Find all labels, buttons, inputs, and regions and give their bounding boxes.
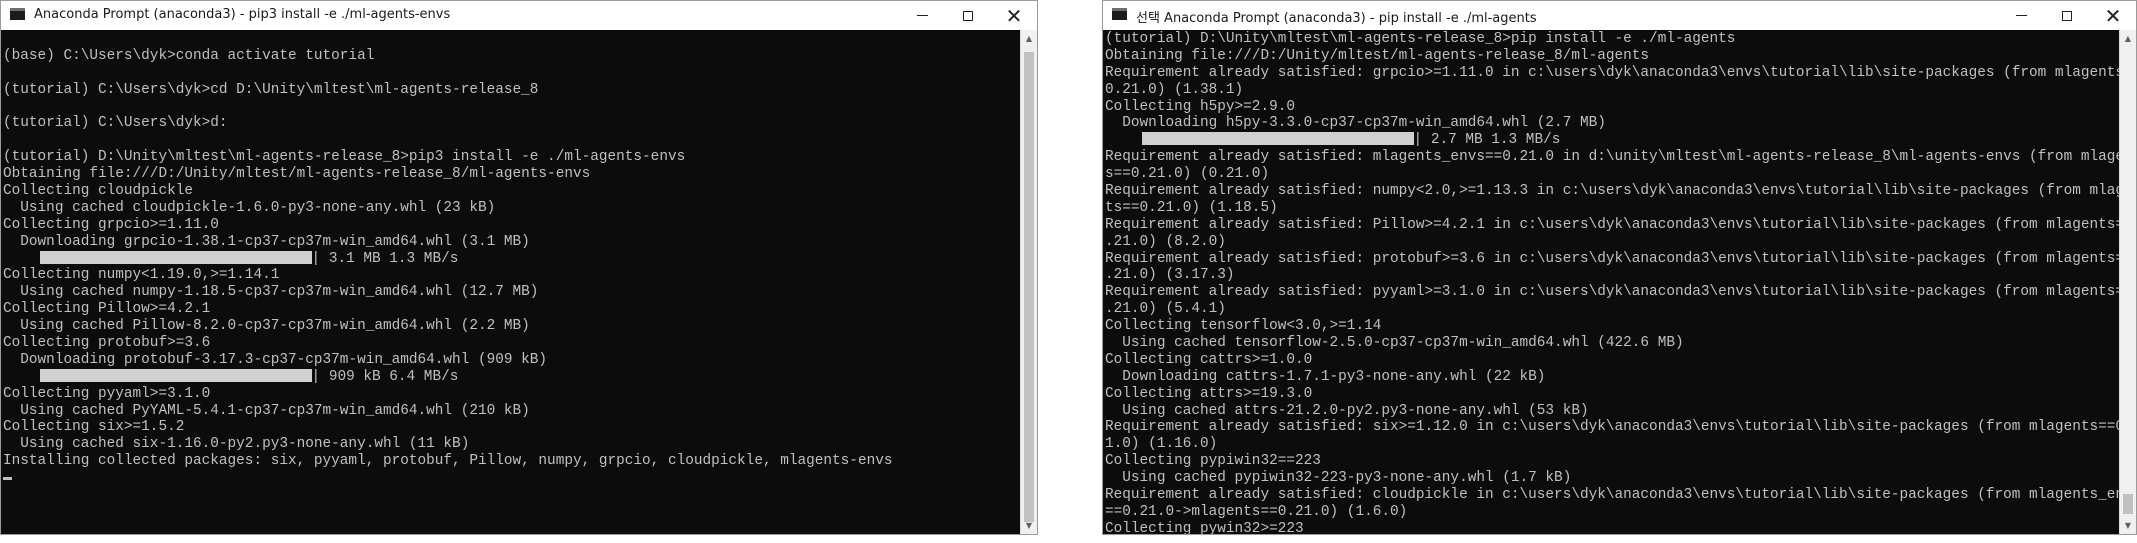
download-progress-bar — [39, 368, 312, 382]
console-line: Downloading cattrs-1.7.1-py3-none-any.wh… — [1105, 368, 1546, 385]
console-line: Requirement already satisfied: pyyaml>=3… — [1105, 284, 2119, 301]
maximize-icon — [963, 10, 973, 21]
console-line: Collecting protobuf>=3.6 — [3, 335, 211, 352]
console-line: ==0.21.0->mlagents==0.21.0) (1.6.0) — [1105, 503, 1408, 520]
console-line: Requirement already satisfied: Pillow>=4… — [1105, 216, 2119, 233]
console-line: Collecting Pillow>=4.2.1 — [3, 301, 211, 318]
console-line: Downloading protobuf-3.17.3-cp37-cp37m-w… — [3, 351, 548, 368]
console-line: (base) C:\Users\dyk>conda activate tutor… — [3, 47, 375, 64]
console-line: Requirement already satisfied: grpcio>=1… — [1105, 64, 2119, 81]
scrollbar-thumb[interactable] — [1024, 52, 1034, 522]
maximize-icon — [2062, 10, 2072, 21]
console-line: Requirement already satisfied: mlagents_… — [1105, 149, 2119, 166]
close-button[interactable]: ✕ — [2090, 1, 2136, 30]
console-line: (tutorial) C:\Users\dyk>d: — [3, 115, 228, 132]
scrollbar-thumb[interactable] — [2123, 494, 2133, 514]
console-line: Requirement already satisfied: numpy<2.0… — [1105, 183, 2119, 200]
download-progress-text: | 3.1 MB 1.3 MB/s — [311, 250, 459, 267]
maximize-button[interactable] — [945, 1, 991, 30]
close-icon: ✕ — [2104, 3, 2122, 28]
maximize-button[interactable] — [2044, 1, 2090, 30]
console-line: Collecting grpcio>=1.11.0 — [3, 216, 219, 233]
console-line: 1.0) (1.16.0) — [1105, 436, 1218, 453]
scroll-down-arrow-icon[interactable]: ▼ — [1021, 517, 1037, 534]
console-line: (tutorial) D:\Unity\mltest\ml-agents-rel… — [3, 149, 686, 166]
console-line: Collecting cloudpickle — [3, 183, 193, 200]
terminal-window-left[interactable]: Anaconda Prompt (anaconda3) - pip3 insta… — [0, 0, 1038, 535]
text-cursor — [3, 477, 12, 481]
window-title: Anaconda Prompt (anaconda3) - pip3 insta… — [34, 7, 451, 22]
title-bar[interactable]: Anaconda Prompt (anaconda3) - pip3 insta… — [1, 1, 1037, 30]
console-line: .21.0) (8.2.0) — [1105, 233, 1226, 250]
console-line: Using cached cloudpickle-1.6.0-py3-none-… — [3, 199, 496, 216]
download-progress-bar — [39, 250, 312, 264]
console-line: (tutorial) C:\Users\dyk>cd D:\Unity\mlte… — [3, 81, 539, 98]
console-cursor-line — [3, 470, 1020, 487]
console-line: Installing collected packages: six, pyya… — [3, 453, 893, 470]
console-line: Collecting pypiwin32==223 — [1105, 453, 1321, 470]
console-line: Using cached PyYAML-5.4.1-cp37-cp37m-win… — [3, 402, 530, 419]
console-line: Collecting pywin32>=223 — [1105, 520, 1304, 534]
close-button[interactable]: ✕ — [991, 1, 1037, 30]
console-icon — [1112, 8, 1127, 20]
console-line: Using cached pypiwin32-223-py3-none-any.… — [1105, 470, 1572, 487]
console-line: | 2.7 MB 1.3 MB/s — [1105, 132, 2119, 149]
minimize-icon — [2015, 15, 2027, 16]
console-line: | 909 kB 6.4 MB/s — [3, 368, 1020, 386]
console-output[interactable]: (base) C:\Users\dyk>conda activate tutor… — [3, 31, 1020, 534]
console-icon — [10, 8, 25, 20]
console-line: Downloading grpcio-1.38.1-cp37-cp37m-win… — [3, 233, 530, 250]
console-line: Using cached numpy-1.18.5-cp37-cp37m-win… — [3, 284, 539, 301]
console-line: Collecting six>=1.5.2 — [3, 419, 185, 436]
close-icon: ✕ — [1005, 3, 1023, 28]
console-line: | 3.1 MB 1.3 MB/s — [3, 250, 1020, 268]
console-line: Obtaining file:///D:/Unity/mltest/ml-age… — [1105, 47, 1650, 64]
download-progress-text: | 909 kB 6.4 MB/s — [311, 368, 459, 385]
console-line: s==0.21.0) (0.21.0) — [1105, 166, 1270, 183]
console-line: Downloading h5py-3.3.0-cp37-cp37m-win_am… — [1105, 115, 1606, 132]
console-line: Requirement already satisfied: six>=1.12… — [1105, 419, 2119, 436]
console-line: ts==0.21.0) (1.18.5) — [1105, 199, 1278, 216]
vertical-scrollbar[interactable]: ▲ ▼ — [1020, 30, 1037, 534]
minimize-button[interactable] — [899, 1, 945, 30]
scroll-up-arrow-icon[interactable]: ▲ — [2120, 30, 2136, 47]
console-line: (tutorial) D:\Unity\mltest\ml-agents-rel… — [1105, 31, 1736, 47]
scroll-up-arrow-icon[interactable]: ▲ — [1021, 30, 1037, 47]
console-line: 0.21.0) (1.38.1) — [1105, 81, 1244, 98]
vertical-scrollbar[interactable]: ▲ ▼ — [2119, 30, 2136, 534]
console-line: Collecting tensorflow<3.0,>=1.14 — [1105, 318, 1382, 335]
console-line: Using cached attrs-21.2.0-py2.py3-none-a… — [1105, 402, 1589, 419]
console-line: Collecting attrs>=19.3.0 — [1105, 385, 1313, 402]
console-line: .21.0) (5.4.1) — [1105, 301, 1226, 318]
scroll-down-arrow-icon[interactable]: ▼ — [2120, 517, 2136, 534]
console-line: Using cached tensorflow-2.5.0-cp37-cp37m… — [1105, 335, 1684, 352]
console-line: Using cached six-1.16.0-py2.py3-none-any… — [3, 436, 470, 453]
title-bar[interactable]: 선택 Anaconda Prompt (anaconda3) - pip ins… — [1103, 1, 2136, 30]
console-line: Requirement already satisfied: cloudpick… — [1105, 487, 2119, 504]
console-line: Using cached Pillow-8.2.0-cp37-cp37m-win… — [3, 318, 530, 335]
window-title: 선택 Anaconda Prompt (anaconda3) - pip ins… — [1136, 11, 1537, 26]
console-line: .21.0) (3.17.3) — [1105, 267, 1235, 284]
console-line: Collecting h5py>=2.9.0 — [1105, 98, 1295, 115]
console-line: Collecting cattrs>=1.0.0 — [1105, 351, 1313, 368]
minimize-icon — [916, 15, 928, 16]
minimize-button[interactable] — [1998, 1, 2044, 30]
terminal-window-right[interactable]: 선택 Anaconda Prompt (anaconda3) - pip ins… — [1102, 0, 2137, 535]
console-output[interactable]: (tutorial) D:\Unity\mltest\ml-agents-rel… — [1105, 31, 2119, 534]
download-progress-text: | 2.7 MB 1.3 MB/s — [1413, 132, 1561, 149]
console-line: Requirement already satisfied: protobuf>… — [1105, 250, 2119, 267]
download-progress-bar — [1141, 132, 1414, 146]
console-line: Collecting pyyaml>=3.1.0 — [3, 385, 211, 402]
console-line: Collecting numpy<1.19.0,>=1.14.1 — [3, 267, 280, 284]
console-line: Obtaining file:///D:/Unity/mltest/ml-age… — [3, 166, 591, 183]
